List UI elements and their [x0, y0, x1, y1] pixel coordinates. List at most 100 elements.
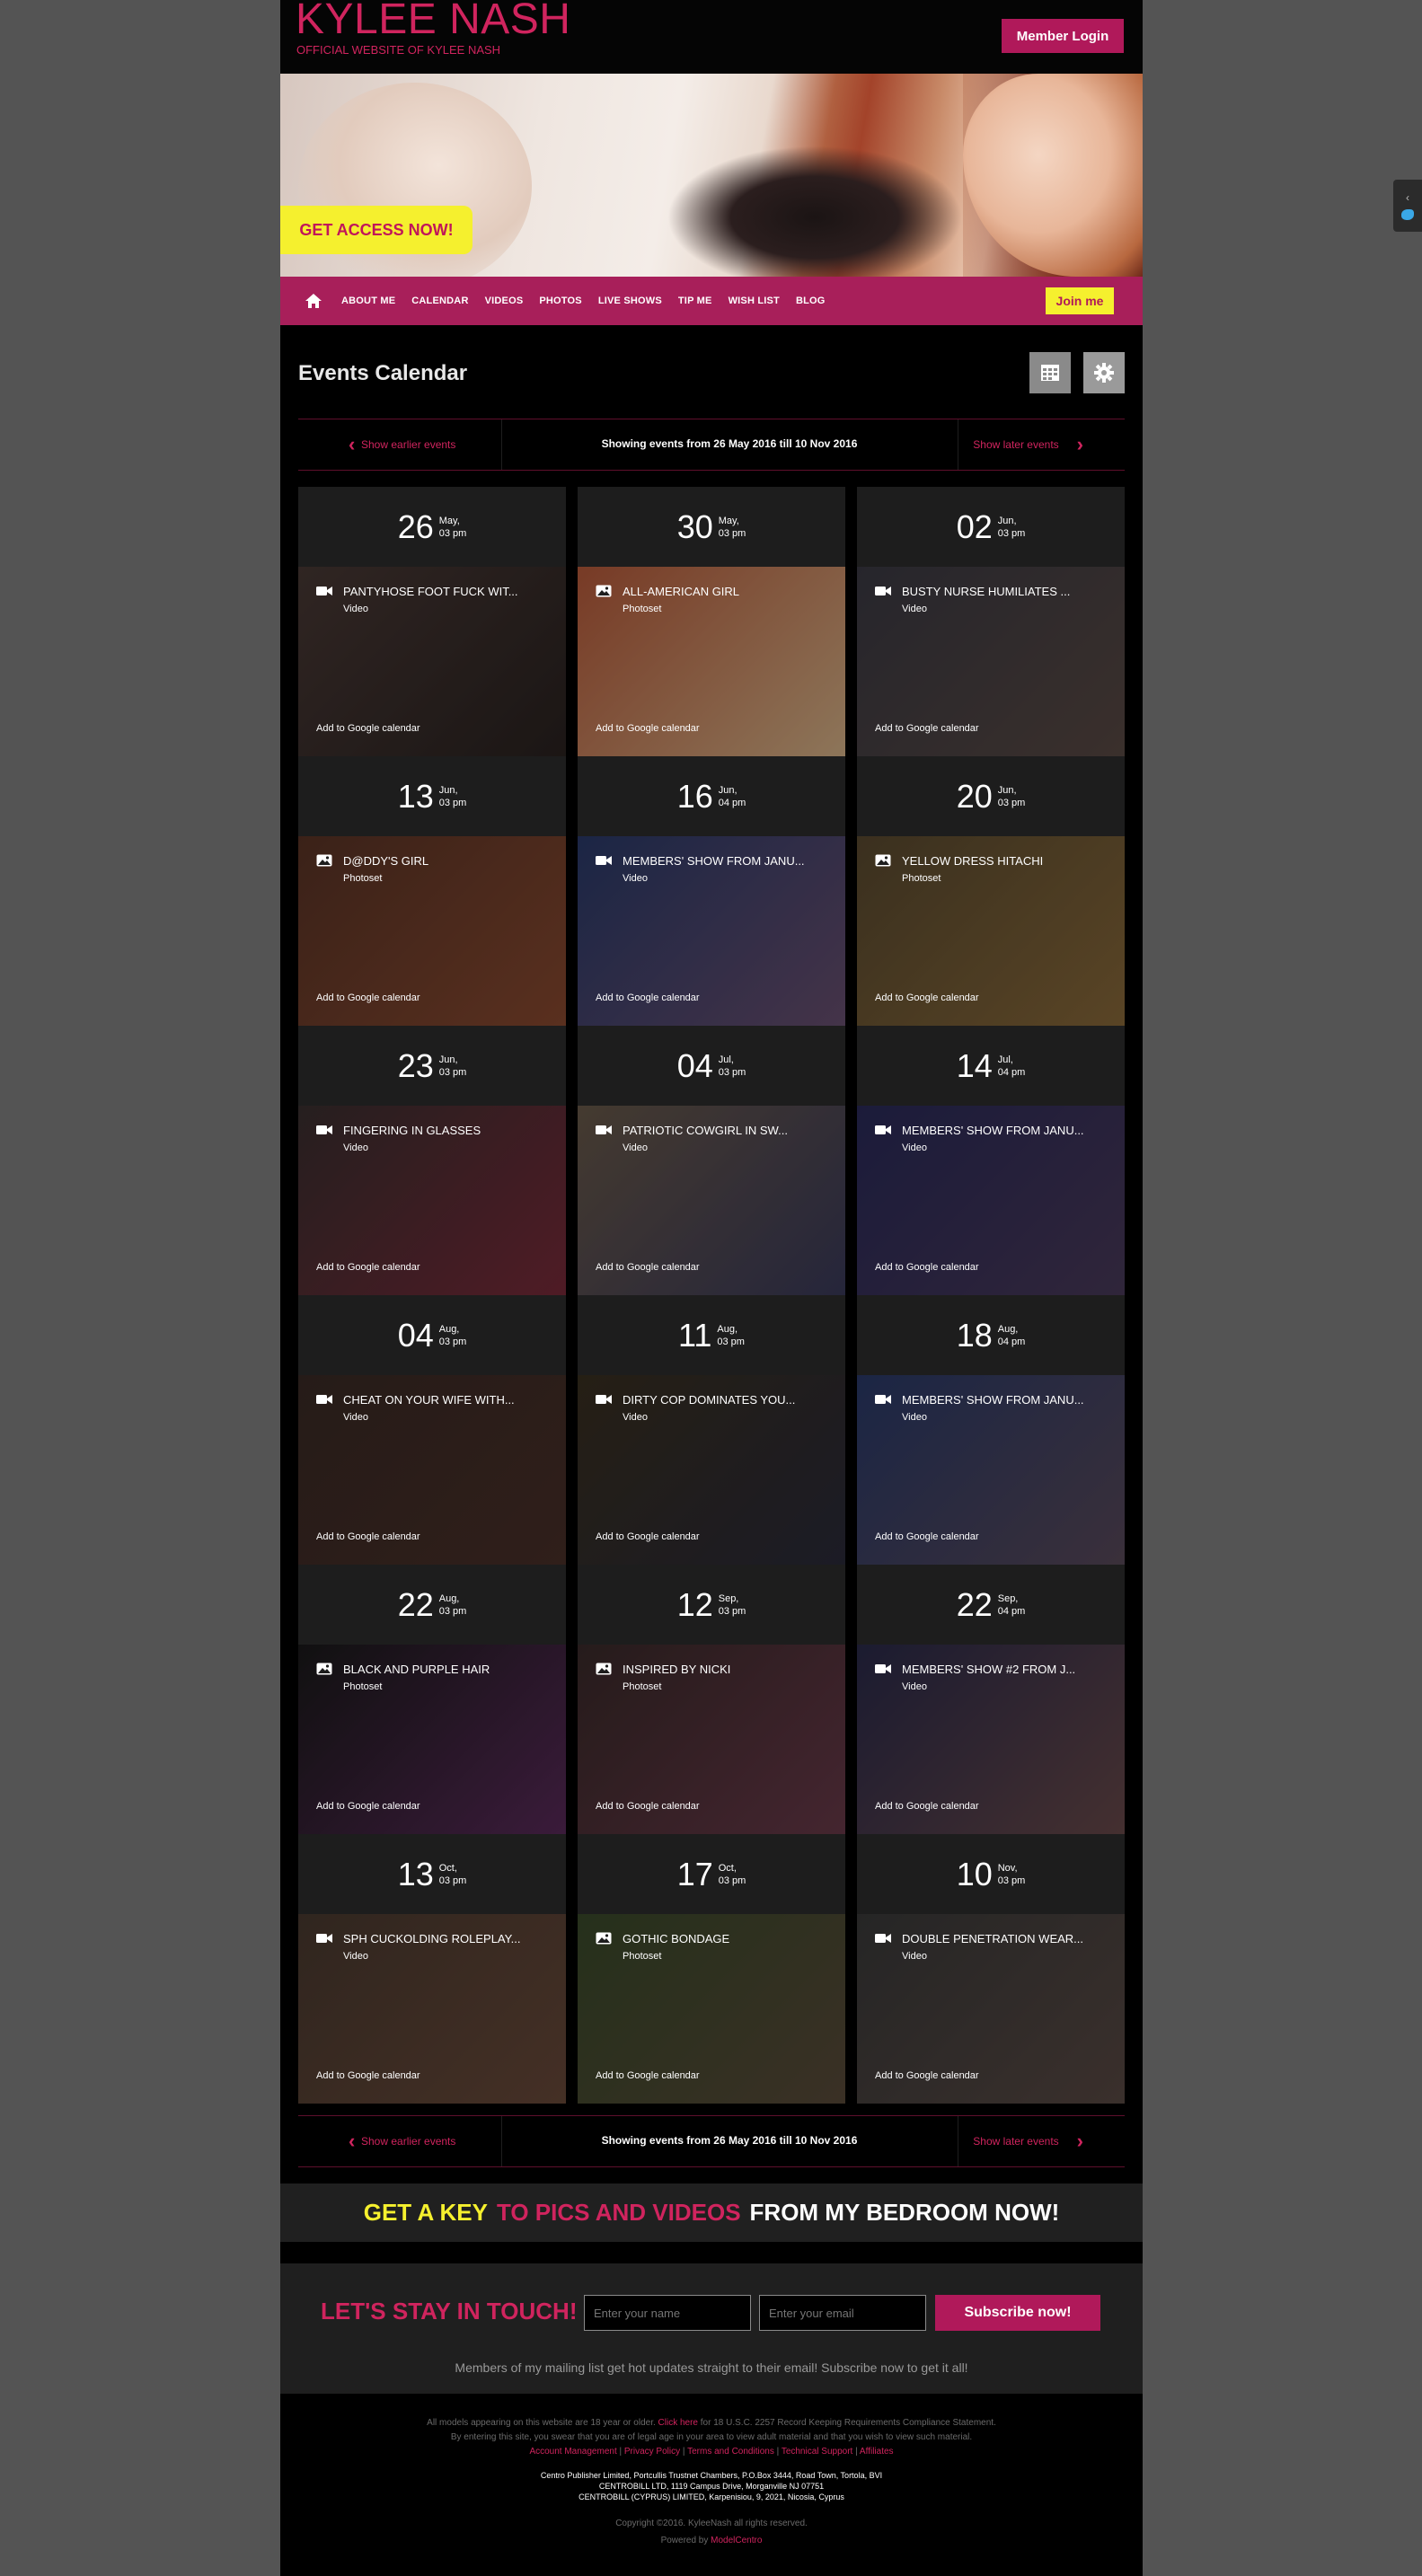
add-to-google-calendar-link[interactable]: Add to Google calendar: [316, 723, 420, 734]
show-later-link[interactable]: Show later events ›: [973, 435, 1083, 454]
add-to-google-calendar-link[interactable]: Add to Google calendar: [596, 1531, 700, 1542]
event-title[interactable]: MEMBERS' SHOW FROM JANU...: [902, 1124, 1084, 1137]
event-title[interactable]: BUSTY NURSE HUMILIATES ...: [902, 585, 1070, 598]
event-card[interactable]: 23 Jun, 03 pm FINGERING IN GLASSES Video Add …: [298, 1026, 566, 1295]
event-card[interactable]: 20 Jun, 03 pm YELLOW DRESS HITACHI Photoset A…: [857, 756, 1125, 1026]
event-card[interactable]: 30 May, 03 pm ALL-AMERICAN GIRL Photoset Add …: [578, 487, 845, 756]
show-later-link[interactable]: Show later events ›: [973, 2131, 1083, 2151]
member-login-button[interactable]: Member Login: [1002, 19, 1124, 53]
event-card[interactable]: 02 Jun, 03 pm BUSTY NURSE HUMILIATES ... Vid…: [857, 487, 1125, 756]
event-title[interactable]: MEMBERS' SHOW FROM JANU...: [623, 854, 805, 868]
event-title[interactable]: GOTHIC BONDAGE: [623, 1932, 729, 1945]
add-to-google-calendar-link[interactable]: Add to Google calendar: [596, 723, 700, 734]
event-card[interactable]: 04 Jul, 03 pm PATRIOTIC COWGIRL IN SW... Vid…: [578, 1026, 845, 1295]
event-title[interactable]: DOUBLE PENETRATION WEAR...: [902, 1932, 1083, 1945]
compliance-link[interactable]: Click here: [658, 2418, 698, 2428]
event-thumbnail[interactable]: DOUBLE PENETRATION WEAR... Video Add to Go…: [857, 1914, 1125, 2104]
add-to-google-calendar-link[interactable]: Add to Google calendar: [875, 2070, 979, 2081]
event-thumbnail[interactable]: PANTYHOSE FOOT FUCK WIT... Video Add to Go…: [298, 567, 566, 756]
event-thumbnail[interactable]: INSPIRED BY NICKI Photoset Add to Google c…: [578, 1645, 845, 1834]
home-icon[interactable]: [305, 294, 322, 308]
event-card[interactable]: 22 Aug, 03 pm BLACK AND PURPLE HAIR Photoset…: [298, 1565, 566, 1834]
show-earlier-link[interactable]: ‹ Show earlier events: [349, 2131, 455, 2151]
privacy-policy-link[interactable]: Privacy Policy: [624, 2447, 680, 2457]
event-thumbnail[interactable]: SPH CUCKOLDING ROLEPLAY... Video Add to Go…: [298, 1914, 566, 2104]
event-card[interactable]: 12 Sep, 03 pm INSPIRED BY NICKI Photoset Add …: [578, 1565, 845, 1834]
event-title[interactable]: PATRIOTIC COWGIRL IN SW...: [623, 1124, 788, 1137]
side-widget[interactable]: ‹: [1393, 180, 1422, 232]
event-title[interactable]: INSPIRED BY NICKI: [623, 1663, 730, 1676]
event-title[interactable]: YELLOW DRESS HITACHI: [902, 854, 1043, 868]
settings-view-button[interactable]: [1083, 352, 1125, 393]
add-to-google-calendar-link[interactable]: Add to Google calendar: [875, 1262, 979, 1273]
nav-item-about-me[interactable]: ABOUT ME: [341, 296, 395, 306]
add-to-google-calendar-link[interactable]: Add to Google calendar: [316, 1531, 420, 1542]
event-card[interactable]: 26 May, 03 pm PANTYHOSE FOOT FUCK WIT... Vid…: [298, 487, 566, 756]
add-to-google-calendar-link[interactable]: Add to Google calendar: [316, 1262, 420, 1273]
event-thumbnail[interactable]: D@DDY'S GIRL Photoset Add to Google calend…: [298, 836, 566, 1026]
nav-item-tip-me[interactable]: TIP ME: [678, 296, 712, 306]
event-card[interactable]: 22 Sep, 04 pm MEMBERS' SHOW #2 FROM J... Vid…: [857, 1565, 1125, 1834]
nav-item-live-shows[interactable]: LIVE SHOWS: [598, 296, 662, 306]
add-to-google-calendar-link[interactable]: Add to Google calendar: [875, 723, 979, 734]
show-earlier-link[interactable]: ‹ Show earlier events: [349, 435, 455, 454]
event-card[interactable]: 13 Oct, 03 pm SPH CUCKOLDING ROLEPLAY... Vid…: [298, 1834, 566, 2104]
event-card[interactable]: 10 Nov, 03 pm DOUBLE PENETRATION WEAR... Vid…: [857, 1834, 1125, 2104]
nav-item-wish-list[interactable]: WISH LIST: [729, 296, 780, 306]
event-thumbnail[interactable]: YELLOW DRESS HITACHI Photoset Add to Googl…: [857, 836, 1125, 1026]
event-title[interactable]: MEMBERS' SHOW #2 FROM J...: [902, 1663, 1075, 1676]
add-to-google-calendar-link[interactable]: Add to Google calendar: [875, 1531, 979, 1542]
site-logo[interactable]: KYLEE NASH: [296, 0, 570, 43]
event-title[interactable]: CHEAT ON YOUR WIFE WITH...: [343, 1393, 515, 1407]
get-access-button[interactable]: GET ACCESS NOW!: [280, 206, 473, 254]
event-card[interactable]: 13 Jun, 03 pm D@DDY'S GIRL Photoset Add to Go…: [298, 756, 566, 1026]
add-to-google-calendar-link[interactable]: Add to Google calendar: [596, 1262, 700, 1273]
nav-item-blog[interactable]: BLOG: [796, 296, 826, 306]
event-thumbnail[interactable]: CHEAT ON YOUR WIFE WITH... Video Add to Go…: [298, 1375, 566, 1565]
event-thumbnail[interactable]: DIRTY COP DOMINATES YOU... Video Add to Go…: [578, 1375, 845, 1565]
join-me-button[interactable]: Join me: [1046, 287, 1114, 314]
event-card[interactable]: 16 Jun, 04 pm MEMBERS' SHOW FROM JANU... Vid…: [578, 756, 845, 1026]
nav-item-calendar[interactable]: CALENDAR: [411, 296, 468, 306]
terms-link[interactable]: Terms and Conditions: [687, 2447, 774, 2457]
add-to-google-calendar-link[interactable]: Add to Google calendar: [875, 992, 979, 1003]
event-title[interactable]: DIRTY COP DOMINATES YOU...: [623, 1393, 795, 1407]
event-card[interactable]: 18 Aug, 04 pm MEMBERS' SHOW FROM JANU... Vid…: [857, 1295, 1125, 1565]
event-thumbnail[interactable]: MEMBERS' SHOW FROM JANU... Video Add to Go…: [857, 1106, 1125, 1295]
event-title[interactable]: FINGERING IN GLASSES: [343, 1124, 481, 1137]
add-to-google-calendar-link[interactable]: Add to Google calendar: [316, 992, 420, 1003]
event-thumbnail[interactable]: MEMBERS' SHOW #2 FROM J... Video Add to Go…: [857, 1645, 1125, 1834]
nav-item-photos[interactable]: PHOTOS: [539, 296, 581, 306]
event-thumbnail[interactable]: PATRIOTIC COWGIRL IN SW... Video Add to Go…: [578, 1106, 845, 1295]
subscribe-button[interactable]: Subscribe now!: [935, 2295, 1100, 2331]
account-management-link[interactable]: Account Management: [529, 2447, 616, 2457]
add-to-google-calendar-link[interactable]: Add to Google calendar: [875, 1801, 979, 1812]
event-thumbnail[interactable]: ALL-AMERICAN GIRL Photoset Add to Google c…: [578, 567, 845, 756]
event-thumbnail[interactable]: BUSTY NURSE HUMILIATES ... Video Add to Go…: [857, 567, 1125, 756]
promo-banner[interactable]: GET A KEY TO PICS AND VIDEOS FROM MY BED…: [280, 2183, 1143, 2242]
affiliates-link[interactable]: Affiliates: [860, 2447, 894, 2457]
add-to-google-calendar-link[interactable]: Add to Google calendar: [596, 1801, 700, 1812]
email-field[interactable]: [759, 2295, 926, 2331]
add-to-google-calendar-link[interactable]: Add to Google calendar: [316, 2070, 420, 2081]
event-thumbnail[interactable]: BLACK AND PURPLE HAIR Photoset Add to Goog…: [298, 1645, 566, 1834]
modelcentro-link[interactable]: ModelCentro: [711, 2536, 762, 2545]
add-to-google-calendar-link[interactable]: Add to Google calendar: [316, 1801, 420, 1812]
event-thumbnail[interactable]: MEMBERS' SHOW FROM JANU... Video Add to Go…: [857, 1375, 1125, 1565]
event-title[interactable]: BLACK AND PURPLE HAIR: [343, 1663, 490, 1676]
event-card[interactable]: 14 Jul, 04 pm MEMBERS' SHOW FROM JANU... Vid…: [857, 1026, 1125, 1295]
event-title[interactable]: MEMBERS' SHOW FROM JANU...: [902, 1393, 1084, 1407]
event-title[interactable]: PANTYHOSE FOOT FUCK WIT...: [343, 585, 518, 598]
add-to-google-calendar-link[interactable]: Add to Google calendar: [596, 992, 700, 1003]
name-field[interactable]: [584, 2295, 751, 2331]
event-title[interactable]: ALL-AMERICAN GIRL: [623, 585, 739, 598]
event-thumbnail[interactable]: MEMBERS' SHOW FROM JANU... Video Add to Go…: [578, 836, 845, 1026]
event-title[interactable]: SPH CUCKOLDING ROLEPLAY...: [343, 1932, 520, 1945]
event-card[interactable]: 04 Aug, 03 pm CHEAT ON YOUR WIFE WITH... Vid…: [298, 1295, 566, 1565]
add-to-google-calendar-link[interactable]: Add to Google calendar: [596, 2070, 700, 2081]
event-title[interactable]: D@DDY'S GIRL: [343, 854, 428, 868]
nav-item-videos[interactable]: VIDEOS: [485, 296, 524, 306]
calendar-view-button[interactable]: [1029, 352, 1071, 393]
event-card[interactable]: 17 Oct, 03 pm GOTHIC BONDAGE Photoset Add to …: [578, 1834, 845, 2104]
event-thumbnail[interactable]: FINGERING IN GLASSES Video Add to Google c…: [298, 1106, 566, 1295]
